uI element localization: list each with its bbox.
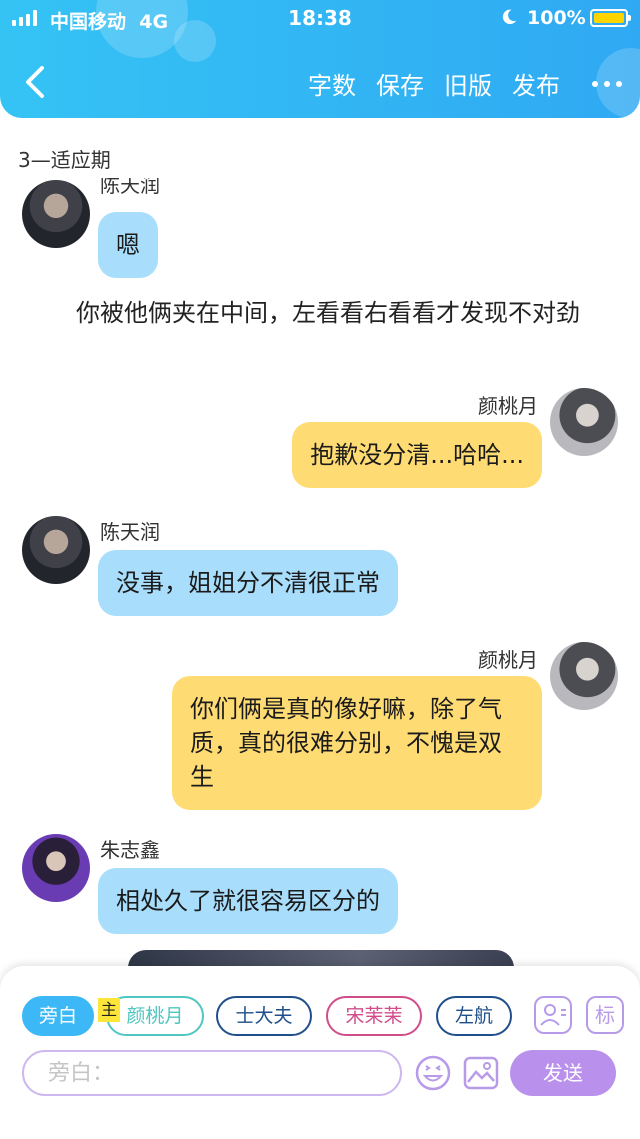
- speaker-name: 颜桃月: [478, 394, 538, 418]
- message-bubble[interactable]: 嗯: [98, 212, 158, 278]
- publish-button[interactable]: 发布: [512, 66, 560, 101]
- avatar[interactable]: [550, 388, 618, 456]
- header-actions: 字数 保存 旧版 发布: [308, 66, 622, 101]
- speaker-name: 朱志鑫: [100, 838, 160, 862]
- chapter-title: 3—适应期: [18, 148, 111, 172]
- role-chip-yantaoyue[interactable]: 颜桃月: [106, 996, 204, 1036]
- image-icon[interactable]: [462, 1054, 500, 1092]
- battery-icon: [590, 9, 631, 27]
- role-chip-shidafu[interactable]: 士大夫: [216, 996, 312, 1036]
- speaker-name: 陈天润: [100, 178, 160, 194]
- emoji-icon[interactable]: [414, 1054, 452, 1092]
- role-chip-zuohang[interactable]: 左航: [436, 996, 512, 1036]
- avatar[interactable]: [22, 180, 90, 248]
- main-role-badge: 主: [98, 998, 120, 1022]
- send-button[interactable]: 发送: [510, 1050, 616, 1096]
- avatar[interactable]: [550, 642, 618, 710]
- role-chip-narrator[interactable]: 旁白: [22, 996, 94, 1036]
- battery-percent: 100%: [527, 7, 586, 29]
- role-chip-songmomo[interactable]: 宋茉茉: [326, 996, 422, 1036]
- save-button[interactable]: 保存: [376, 66, 424, 101]
- old-version-button[interactable]: 旧版: [444, 66, 492, 101]
- message-bubble[interactable]: 抱歉没分清...哈哈...: [292, 422, 542, 488]
- message-bubble[interactable]: 没事，姐姐分不清很正常: [98, 550, 398, 616]
- back-chevron-icon[interactable]: [18, 62, 54, 102]
- message-bubble[interactable]: 相处久了就很容易区分的: [98, 868, 398, 934]
- mark-button[interactable]: 标: [586, 996, 624, 1034]
- status-bar: 中国移动 4G 18:38 100%: [0, 0, 640, 38]
- speaker-name: 陈天润: [100, 520, 160, 544]
- moon-icon: [502, 9, 517, 25]
- narration-text[interactable]: 你被他俩夹在中间，左看看右看看才发现不对劲: [26, 296, 616, 330]
- message-input[interactable]: [22, 1050, 402, 1096]
- word-count-button[interactable]: 字数: [308, 66, 356, 101]
- person-card-icon[interactable]: [534, 996, 572, 1034]
- message-bubble[interactable]: 你们俩是真的像好嘛，除了气质，真的很难分别，不愧是双生: [172, 676, 542, 810]
- avatar[interactable]: [22, 516, 90, 584]
- avatar[interactable]: [22, 834, 90, 902]
- more-dots-icon[interactable]: [592, 80, 622, 87]
- top-header: 中国移动 4G 18:38 100% 字数 保存 旧版 发布: [0, 0, 640, 118]
- speaker-name: 颜桃月: [478, 648, 538, 672]
